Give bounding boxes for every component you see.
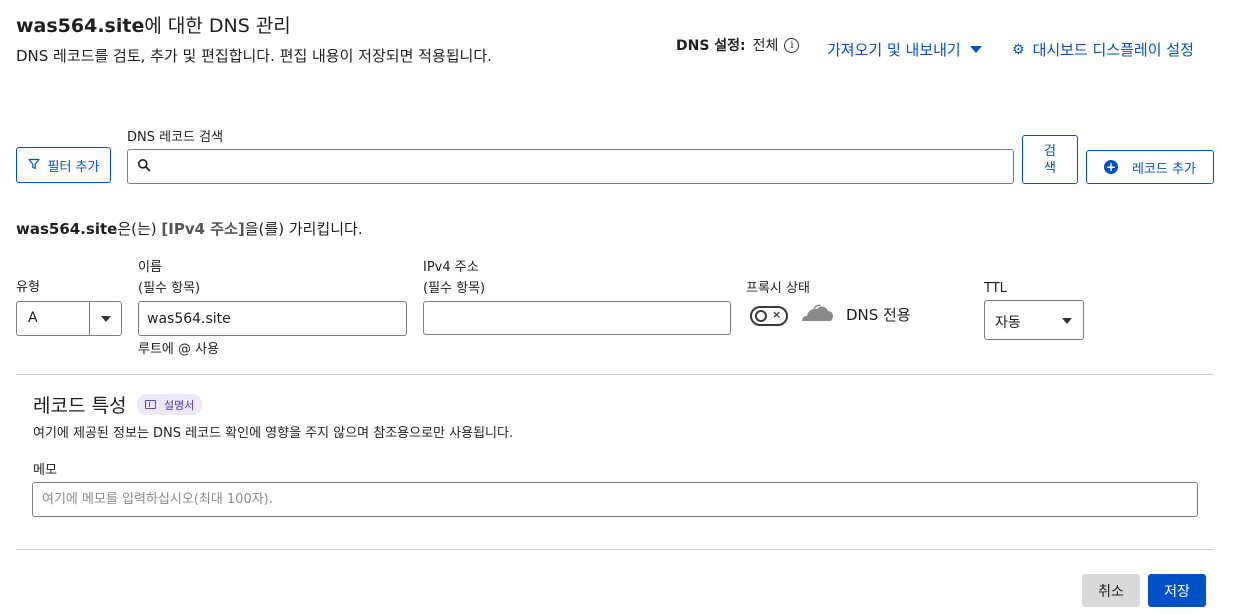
proxy-toggle[interactable]: ×	[750, 306, 788, 326]
add-record-button[interactable]: + 레코드 추가	[1086, 150, 1214, 184]
ipv4-required-note: (필수 항목)	[423, 281, 486, 296]
record-properties-description: 여기에 제공된 정보는 DNS 레코드 확인에 영향을 주지 않으며 참조용으로…	[33, 426, 514, 441]
divider	[16, 374, 1214, 375]
add-record-label: 레코드 추가	[1132, 161, 1196, 177]
dns-setting: DNS 설정: 전체 i	[676, 35, 800, 55]
search-input[interactable]	[158, 154, 998, 179]
save-button[interactable]: 저장	[1148, 574, 1206, 607]
close-icon: ×	[772, 308, 782, 321]
record-properties-title: 레코드 특성	[33, 395, 127, 417]
add-filter-button[interactable]: 필터 추가	[16, 147, 111, 183]
caret-down-icon	[969, 46, 982, 53]
type-select[interactable]: A	[16, 301, 122, 336]
dashboard-display-label: 대시보드 디스플레이 설정	[1032, 41, 1194, 59]
name-required-note: (필수 항목)	[138, 281, 201, 296]
points-pre: 은(는)	[117, 220, 162, 238]
chevron-down-icon	[1062, 318, 1072, 324]
record-points-sentence: was564.site은(는) [IPv4 주소]을(를) 가리킵니다.	[16, 218, 363, 239]
page-title-domain: was564.site	[16, 15, 145, 37]
plus-circle-icon: +	[1104, 160, 1119, 174]
points-domain: was564.site	[16, 220, 118, 238]
points-post: 을(를) 가리킵니다.	[244, 220, 363, 238]
add-filter-label: 필터 추가	[47, 159, 100, 175]
type-select-value: A	[28, 310, 38, 326]
info-icon[interactable]: i	[784, 37, 800, 53]
book-icon	[145, 400, 156, 409]
page-title: was564.site에 대한 DNS 관리	[16, 11, 291, 38]
points-target: [IPv4 주소]	[161, 220, 245, 238]
type-select-toggle[interactable]	[89, 302, 121, 335]
dns-setting-value: 전체	[752, 38, 779, 54]
cancel-button[interactable]: 취소	[1082, 574, 1140, 607]
search-icon	[138, 159, 151, 172]
gear-icon: ⚙	[1012, 41, 1025, 58]
name-label: 이름 (필수 항목)	[138, 257, 200, 299]
toggle-knob	[755, 310, 767, 322]
ipv4-label: IPv4 주소 (필수 항목)	[423, 257, 485, 299]
name-input[interactable]	[138, 301, 407, 336]
name-label-text: 이름	[138, 260, 162, 275]
documentation-badge[interactable]: 설명서	[137, 394, 203, 415]
filter-icon	[27, 158, 40, 173]
documentation-badge-label: 설명서	[164, 398, 195, 412]
type-label: 유형	[16, 280, 40, 295]
search-button[interactable]: 검 색	[1022, 135, 1078, 184]
proxy-status-label: 프록시 상태	[746, 281, 810, 296]
memo-input[interactable]	[32, 482, 1198, 517]
search-box	[127, 149, 1014, 184]
ttl-select[interactable]: 자동	[984, 300, 1084, 340]
page-description: DNS 레코드를 검토, 추가 및 편집합니다. 편집 내용이 저장되면 적용됩…	[16, 47, 492, 65]
dns-setting-label: DNS 설정:	[676, 38, 746, 54]
name-hint: 루트에 @ 사용	[138, 342, 220, 357]
divider	[16, 549, 1214, 550]
proxy-status-text: DNS 전용	[846, 306, 911, 324]
dashboard-display-settings-link[interactable]: ⚙ 대시보드 디스플레이 설정	[1012, 39, 1194, 60]
chevron-down-icon	[100, 315, 111, 322]
memo-label: 메모	[33, 463, 57, 478]
ipv4-label-text: IPv4 주소	[423, 260, 479, 275]
ipv4-input[interactable]	[423, 301, 731, 335]
search-label: DNS 레코드 검색	[127, 130, 224, 145]
page-title-suffix: 에 대한 DNS 관리	[144, 15, 291, 37]
ttl-select-value: 자동	[995, 315, 1021, 331]
ttl-label: TTL	[984, 281, 1007, 296]
cloud-icon	[802, 304, 833, 321]
import-export-label: 가져오기 및 내보내기	[827, 41, 961, 59]
import-export-dropdown[interactable]: 가져오기 및 내보내기	[827, 39, 982, 60]
